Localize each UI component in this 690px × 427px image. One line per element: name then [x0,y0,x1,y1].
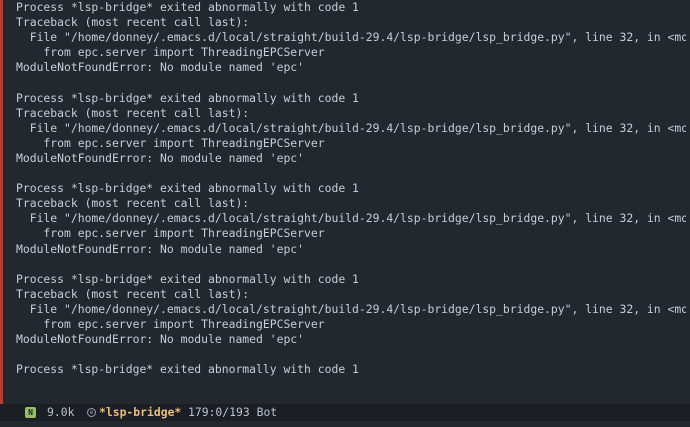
buffer-line: Traceback (most recent call last): [16,286,250,301]
buffer-line: Process *lsp-bridge* exited abnormally w… [16,0,359,14]
buffer-line: from epc.server import ThreadingEPCServe… [16,226,325,241]
buffer-line: File "/home/donney/.emacs.d/local/straig… [16,30,686,45]
buffer-line: Process *lsp-bridge* exited abnormally w… [16,90,359,105]
buffer-line: ModuleNotFoundError: No module named 'ep… [16,332,305,347]
buffer-line: Process *lsp-bridge* exited abnormally w… [16,362,359,377]
buffer-line: from epc.server import ThreadingEPCServe… [16,316,325,331]
buffer-line: from epc.server import ThreadingEPCServe… [16,135,325,150]
buffer-line: ModuleNotFoundError: No module named 'ep… [16,241,305,256]
buffer-line: File "/home/donney/.emacs.d/local/straig… [16,301,686,316]
error-fringe [0,0,3,404]
buffer-size: 9.0k [47,405,75,419]
normal-state-icon: N [25,407,36,418]
messages-buffer[interactable]: Process *lsp-bridge* exited abnormally w… [16,0,686,404]
buffer-line: Process *lsp-bridge* exited abnormally w… [16,181,359,196]
buffer-line: from epc.server import ThreadingEPCServe… [16,45,325,60]
line-column: 179:0/193 [188,405,250,419]
buffer-line: Traceback (most recent call last): [16,15,250,30]
buffer-line: Traceback (most recent call last): [16,105,250,120]
buffer-name[interactable]: *lsp-bridge* [99,404,181,421]
buffer-line: Process *lsp-bridge* exited abnormally w… [16,271,359,286]
scroll-indicator: Bot [256,405,278,419]
buffer-line: File "/home/donney/.emacs.d/local/straig… [16,211,686,226]
buffer-line: File "/home/donney/.emacs.d/local/straig… [16,120,686,135]
echo-area [0,421,690,427]
buffer-line: Traceback (most recent call last): [16,196,250,211]
buffer-line: ModuleNotFoundError: No module named 'ep… [16,150,305,165]
emacs-frame: Process *lsp-bridge* exited abnormally w… [0,0,690,427]
mode-line: N 9.0k e *lsp-bridge* 179:0/193 Bot [0,404,690,421]
emacs-buffer-icon: e [87,408,96,417]
cursor-position: 179:0/193 Bot [188,404,277,421]
buffer-line: ModuleNotFoundError: No module named 'ep… [16,60,305,75]
